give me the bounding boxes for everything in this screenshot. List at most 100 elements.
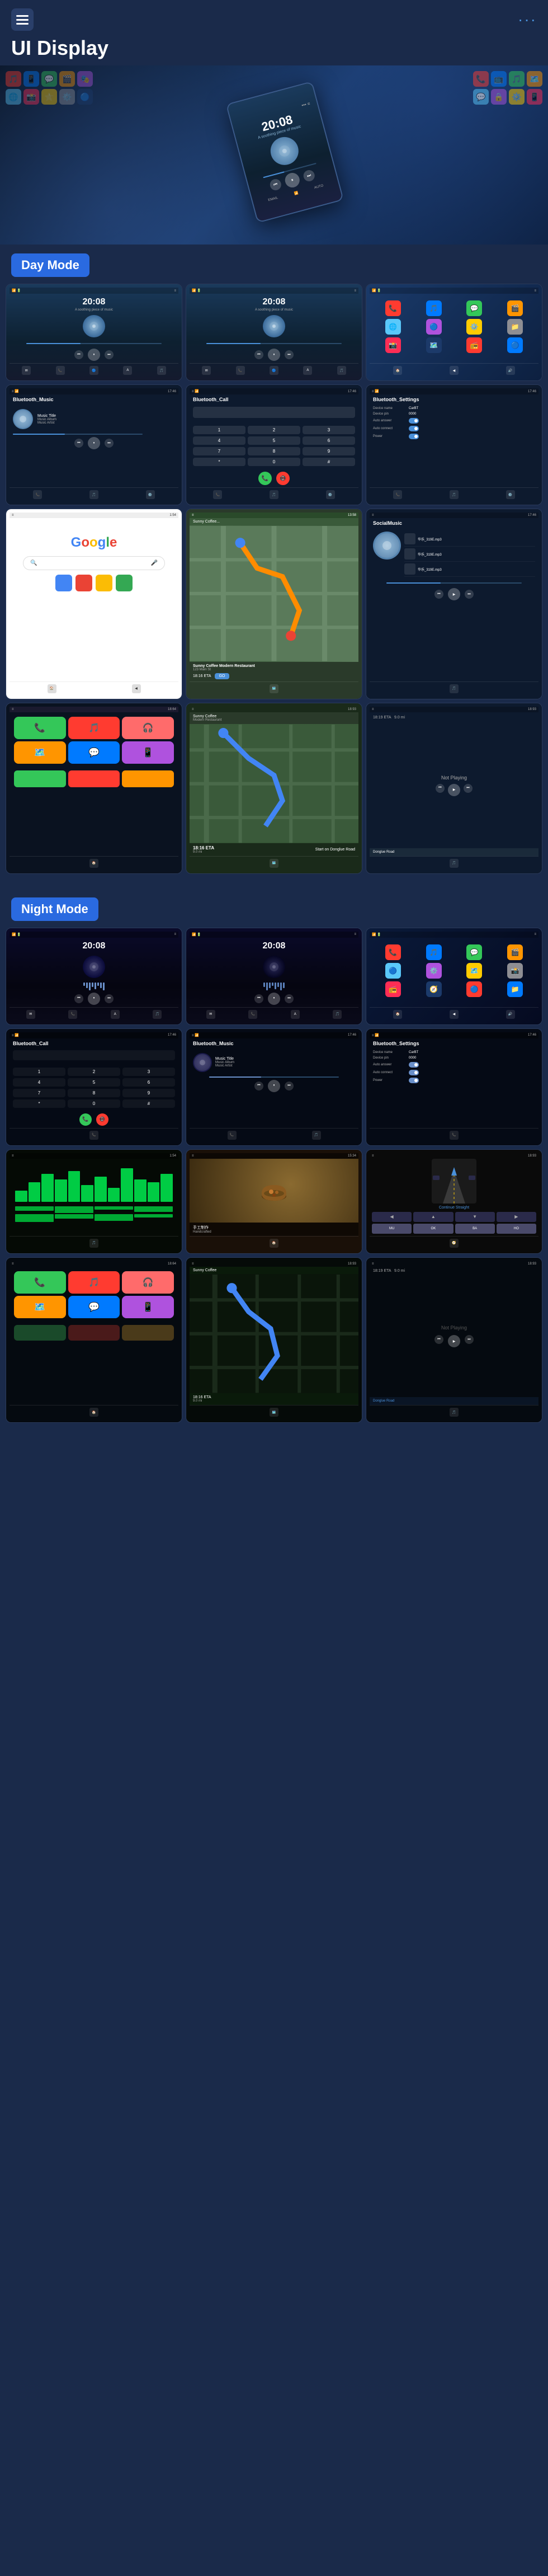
- n-dial-8[interactable]: 8: [68, 1089, 120, 1097]
- night-screen-music-1[interactable]: 📶 🔋 ≡ 20:08 ⏮: [6, 928, 182, 1025]
- map-go-btn[interactable]: GO: [215, 673, 230, 679]
- bt-prev[interactable]: ⏮: [74, 439, 83, 448]
- day-screen-bt-call[interactable]: ≡ 📶 17:46 Bluetooth_Call 1 2 3 4 5 6 7 8…: [186, 384, 362, 505]
- app-phone[interactable]: 📞: [385, 300, 401, 316]
- n-app-music[interactable]: 🎵: [426, 944, 442, 960]
- dial-1[interactable]: 1: [193, 426, 245, 434]
- cp-maps[interactable]: 🗺️: [14, 741, 66, 764]
- social-next[interactable]: ⏭: [465, 590, 474, 599]
- n-answer-btn[interactable]: 📞: [79, 1113, 92, 1126]
- app-files[interactable]: 📁: [507, 319, 523, 335]
- n-cp-podcast[interactable]: 🎧: [122, 1271, 174, 1294]
- n-dial-5[interactable]: 5: [68, 1078, 120, 1087]
- dots-menu-icon[interactable]: ···: [518, 11, 537, 29]
- auto-answer-toggle[interactable]: [409, 418, 419, 424]
- steer-ctrl-5[interactable]: MU: [372, 1224, 412, 1234]
- app-video[interactable]: 🎬: [507, 300, 523, 316]
- answer-btn[interactable]: 📞: [258, 472, 272, 485]
- app-cam[interactable]: 📸: [385, 337, 401, 353]
- google-search-bar[interactable]: 🔍 🎤: [23, 556, 165, 570]
- cp-music[interactable]: 🎵: [68, 717, 120, 739]
- n-bt-play[interactable]: ⏸: [268, 1080, 280, 1092]
- prev-btn-2[interactable]: ⏮: [254, 350, 263, 359]
- n-dial-7[interactable]: 7: [13, 1089, 65, 1097]
- bt-next[interactable]: ⏭: [105, 439, 114, 448]
- play-btn-2[interactable]: ⏸: [268, 349, 280, 361]
- n-np-prev[interactable]: ⏮: [434, 1335, 443, 1344]
- app-messages[interactable]: 💬: [466, 300, 482, 316]
- end-btn[interactable]: 📵: [276, 472, 290, 485]
- n-prev-2[interactable]: ⏮: [254, 994, 263, 1003]
- n-power-toggle[interactable]: [409, 1078, 419, 1083]
- n-auto-answer-toggle[interactable]: [409, 1062, 419, 1068]
- np-play[interactable]: ▶: [448, 784, 460, 796]
- steer-ctrl-8[interactable]: HO: [497, 1224, 536, 1234]
- day-screen-music-2[interactable]: 📶 🔋 ≡ 20:08 A soothing piece of music ⏮: [186, 284, 362, 381]
- dial-3[interactable]: 3: [303, 426, 355, 434]
- n-bt-next[interactable]: ⏭: [285, 1082, 294, 1090]
- night-screen-steering[interactable]: ≡ 18:93: [366, 1149, 542, 1254]
- app-nav[interactable]: 🗺️: [426, 337, 442, 353]
- np-next[interactable]: ⏭: [464, 784, 473, 793]
- n-app-bt[interactable]: 🔵: [385, 963, 401, 979]
- day-screen-google[interactable]: ≡ 1:54 Google 🔍 🎤: [6, 509, 182, 699]
- app-browser[interactable]: 🌐: [385, 319, 401, 335]
- night-screen-not-playing[interactable]: ≡ 18:93 18:19 ETA 9.0 mi Not Playing ⏮ ▶…: [366, 1257, 542, 1423]
- n-dial-9[interactable]: 9: [122, 1089, 175, 1097]
- n-cp-app1[interactable]: 📱: [122, 1296, 174, 1318]
- night-screen-bt-settings[interactable]: ≡ 📶 17:46 Bluetooth_Settings Device name…: [366, 1028, 542, 1146]
- n-np-play[interactable]: ▶: [448, 1335, 460, 1347]
- n-dial-hash[interactable]: #: [122, 1099, 175, 1108]
- n-app-map[interactable]: 🗺️: [466, 963, 482, 979]
- dial-9[interactable]: 9: [303, 447, 355, 455]
- dial-7[interactable]: 7: [193, 447, 245, 455]
- dial-4[interactable]: 4: [193, 436, 245, 445]
- n-bt-prev[interactable]: ⏮: [254, 1082, 263, 1090]
- app-settings[interactable]: ⚙️: [466, 319, 482, 335]
- prev-btn-1[interactable]: ⏮: [74, 350, 83, 359]
- np-prev[interactable]: ⏮: [436, 784, 445, 793]
- dial-6[interactable]: 6: [303, 436, 355, 445]
- n-dial-1[interactable]: 1: [13, 1068, 65, 1076]
- day-screen-bt-settings[interactable]: ≡ 📶 17:46 Bluetooth_Settings Device name…: [366, 384, 542, 505]
- night-screen-food[interactable]: ≡ 15:34 手工制作 Handcrafte: [186, 1149, 362, 1254]
- steer-ctrl-6[interactable]: OK: [413, 1224, 453, 1234]
- steer-ctrl-1[interactable]: ◀: [372, 1212, 412, 1222]
- app-music[interactable]: 🎵: [426, 300, 442, 316]
- app-radio[interactable]: 📻: [466, 337, 482, 353]
- cp-app1[interactable]: 📱: [122, 741, 174, 764]
- dial-star[interactable]: *: [193, 458, 245, 466]
- n-app-nav[interactable]: 🧭: [426, 981, 442, 997]
- app-bt[interactable]: 🔵: [426, 319, 442, 335]
- steer-ctrl-7[interactable]: BA: [455, 1224, 495, 1234]
- n-cp-phone[interactable]: 📞: [14, 1271, 66, 1294]
- n-cp-maps[interactable]: 🗺️: [14, 1296, 66, 1318]
- steer-ctrl-3[interactable]: ▼: [455, 1212, 495, 1222]
- day-screen-launcher[interactable]: 📶 🔋 ≡ 📞 🎵 💬 🎬 🌐 🔵 ⚙️ 📁 📸 🗺️ 📻 🔵: [366, 284, 542, 381]
- cp-phone[interactable]: 📞: [14, 717, 66, 739]
- cp-messages[interactable]: 💬: [68, 741, 120, 764]
- power-toggle[interactable]: [409, 434, 419, 439]
- night-screen-music-2[interactable]: 📶 🔋 ≡ 20:08 ⏮: [186, 928, 362, 1025]
- day-screen-music-1[interactable]: 📶 🔋 ≡ 20:08 A soothing piece of music ⏮: [6, 284, 182, 381]
- night-screen-bt-call[interactable]: ≡ 📶 17:46 Bluetooth_Call 1 2 3 4 5 6 7 8…: [6, 1028, 182, 1146]
- day-screen-social[interactable]: ≡ 17:46 SocialMusic 华乐_319E.mp3: [366, 509, 542, 699]
- n-next-1[interactable]: ⏭: [105, 994, 114, 1003]
- dial-hash[interactable]: #: [303, 458, 355, 466]
- n-prev-1[interactable]: ⏮: [74, 994, 83, 1003]
- n-app-video[interactable]: 🎬: [507, 944, 523, 960]
- n-end-btn[interactable]: 📵: [96, 1113, 108, 1126]
- n-cp-msg[interactable]: 💬: [68, 1296, 120, 1318]
- night-screen-bt-music[interactable]: ≡ 📶 17:46 Bluetooth_Music Music Title Mu…: [186, 1028, 362, 1146]
- n-dial-star[interactable]: *: [13, 1099, 65, 1108]
- dial-5[interactable]: 5: [248, 436, 300, 445]
- steer-ctrl-2[interactable]: ▲: [413, 1212, 453, 1222]
- n-play-2[interactable]: ⏸: [268, 993, 280, 1005]
- menu-icon[interactable]: [11, 8, 34, 31]
- day-screen-map[interactable]: ≡ 13:58 Sunny Coffee...: [186, 509, 362, 699]
- n-cp-music[interactable]: 🎵: [68, 1271, 120, 1294]
- n-app-cam[interactable]: 📸: [507, 963, 523, 979]
- night-screen-nav[interactable]: ≡ 18:93 Sunny Coffee: [186, 1257, 362, 1423]
- play-btn-1[interactable]: ⏸: [88, 349, 100, 361]
- n-next-2[interactable]: ⏭: [285, 994, 294, 1003]
